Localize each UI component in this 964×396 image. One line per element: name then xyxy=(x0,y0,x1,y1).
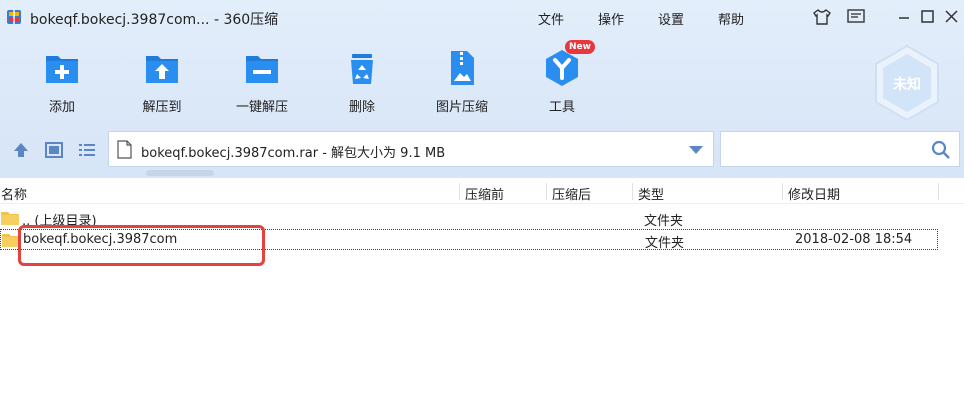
hexagon-badge-icon: 未知 xyxy=(875,44,939,122)
add-label: 添加 xyxy=(48,100,75,115)
col-modified[interactable]: 修改日期 xyxy=(788,184,840,203)
menu-file[interactable]: 文件 xyxy=(538,9,564,28)
app-icon xyxy=(7,10,21,24)
window-title: bokeqf.bokecj.3987com... - 360压缩 xyxy=(30,12,279,28)
thumbnail-view-icon[interactable] xyxy=(44,140,64,160)
one-click-extract-button[interactable]: 一键解压 xyxy=(217,46,307,122)
extract-to-label: 解压到 xyxy=(142,100,182,115)
maximize-icon[interactable] xyxy=(918,7,938,27)
up-arrow-icon[interactable] xyxy=(11,140,31,160)
file-icon xyxy=(117,140,132,159)
col-compressed-after[interactable]: 压缩后 xyxy=(552,184,591,203)
menu-action[interactable]: 操作 xyxy=(598,9,624,28)
annotation-highlight-box xyxy=(18,225,265,266)
delete-label: 删除 xyxy=(348,100,375,115)
col-separator[interactable] xyxy=(632,183,633,200)
feedback-icon[interactable] xyxy=(846,8,866,26)
address-bar[interactable]: bokeqf.bokecj.3987com.rar - 解包大小为 9.1 MB xyxy=(108,131,714,167)
new-badge: New xyxy=(565,40,595,54)
col-separator[interactable] xyxy=(782,183,783,200)
column-header: 名称 压缩前 压缩后 类型 修改日期 xyxy=(0,180,964,204)
horizontal-scroll-thumb[interactable] xyxy=(146,170,214,176)
list-view-icon[interactable] xyxy=(77,140,97,160)
col-name[interactable]: 名称 xyxy=(1,184,27,203)
add-icon xyxy=(46,56,78,83)
tools-label: 工具 xyxy=(548,100,575,115)
add-button[interactable]: 添加 xyxy=(17,46,107,122)
row-date: 2018-02-08 18:54 xyxy=(795,232,913,247)
skin-shirt-icon[interactable] xyxy=(812,8,832,26)
extract-to-button[interactable]: 解压到 xyxy=(117,46,207,122)
minimize-icon[interactable] xyxy=(894,7,914,27)
search-icon[interactable] xyxy=(931,140,951,160)
col-separator[interactable] xyxy=(938,183,939,200)
tools-button[interactable]: 工具 xyxy=(517,46,607,122)
row-type: 文件夹 xyxy=(644,214,684,229)
col-separator[interactable] xyxy=(546,183,547,200)
tools-icon xyxy=(546,50,578,86)
col-type[interactable]: 类型 xyxy=(638,184,664,203)
search-input[interactable] xyxy=(720,131,960,167)
image-compress-icon xyxy=(451,51,474,85)
delete-icon xyxy=(351,54,373,84)
col-compressed-before[interactable]: 压缩前 xyxy=(465,184,504,203)
extract-to-icon xyxy=(146,56,178,83)
close-icon[interactable] xyxy=(942,7,962,27)
address-dropdown-icon[interactable] xyxy=(689,146,703,154)
one-click-extract-icon xyxy=(246,56,278,83)
unknown-status-badge[interactable]: 未知 xyxy=(872,44,942,122)
delete-button[interactable]: 删除 xyxy=(317,46,407,122)
menu-settings[interactable]: 设置 xyxy=(658,9,684,28)
image-compress-button[interactable]: 图片压缩 xyxy=(417,46,507,122)
unknown-label: 未知 xyxy=(893,76,921,93)
folder-icon xyxy=(1,212,19,225)
title-bar: bokeqf.bokecj.3987com... - 360压缩 文件 操作 设… xyxy=(0,0,964,34)
one-click-extract-label: 一键解压 xyxy=(235,100,288,115)
col-separator[interactable] xyxy=(459,183,460,200)
menu-help[interactable]: 帮助 xyxy=(718,9,744,28)
address-text: bokeqf.bokecj.3987com.rar - 解包大小为 9.1 MB xyxy=(141,146,446,161)
image-compress-label: 图片压缩 xyxy=(435,100,488,115)
row-type: 文件夹 xyxy=(645,236,685,251)
